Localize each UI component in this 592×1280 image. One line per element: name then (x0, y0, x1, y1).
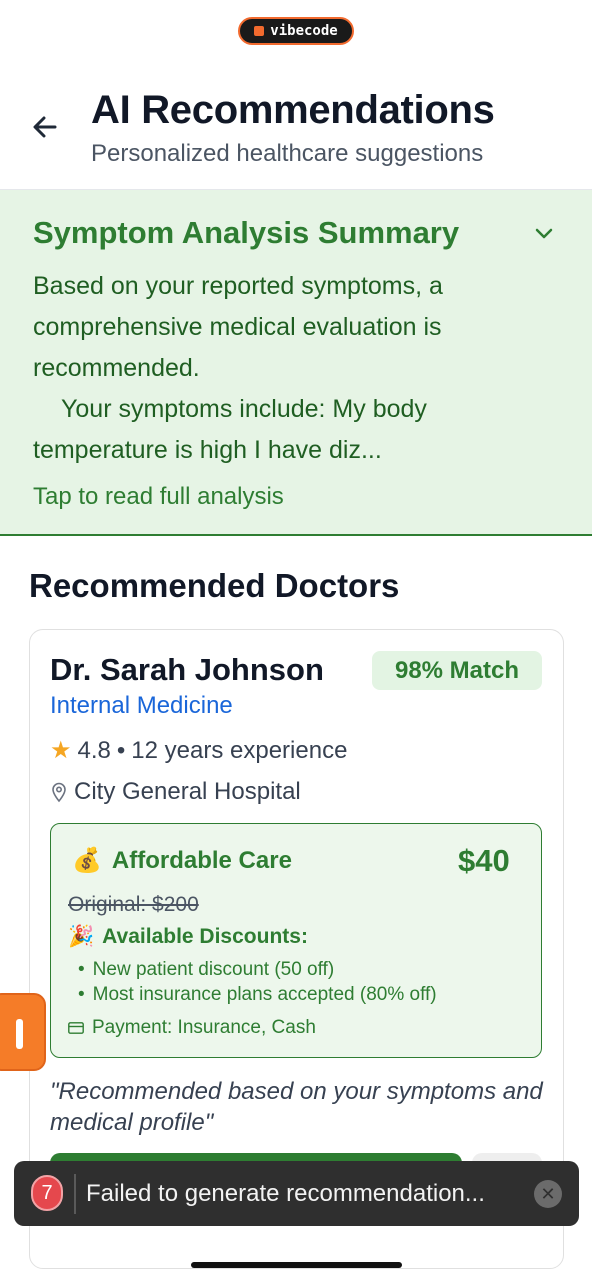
discounts-title-row: 🎉 Available Discounts: (68, 925, 308, 949)
credit-card-icon (68, 1022, 84, 1034)
close-icon: ✕ (540, 1183, 556, 1204)
page-title: AI Recommendations (91, 88, 495, 132)
handle-bar-icon (16, 1019, 23, 1049)
party-popper-icon: 🎉 (68, 925, 95, 948)
doctor-specialty: Internal Medicine (50, 692, 233, 719)
side-drawer-handle[interactable] (0, 993, 46, 1071)
doctor-name: Dr. Sarah Johnson (50, 652, 324, 687)
rating-value: 4.8 (77, 736, 111, 764)
read-full-analysis-link[interactable]: Tap to read full analysis (33, 483, 284, 511)
back-button[interactable] (30, 112, 60, 142)
discounted-price: $40 (458, 843, 510, 878)
list-item: New patient discount (50 off) (78, 957, 437, 982)
summary-paragraph-1: Based on your reported symptoms, a compr… (33, 272, 443, 382)
list-item: Most insurance plans accepted (80% off) (78, 982, 437, 1007)
page-subtitle: Personalized healthcare suggestions (91, 140, 484, 167)
summary-toggle[interactable] (533, 222, 555, 244)
original-price: Original: $200 (68, 893, 199, 916)
toast-message: Failed to generate recommendation... (86, 1180, 485, 1207)
star-icon: ★ (50, 737, 72, 764)
toast-divider (74, 1174, 76, 1214)
discounts-title: Available Discounts: (102, 925, 308, 948)
summary-paragraph-2: Your symptoms include: My body temperatu… (33, 395, 427, 464)
rating-separator: • (116, 736, 126, 764)
match-badge: 98% Match (372, 651, 542, 690)
payment-methods: Payment: Insurance, Cash (92, 1017, 316, 1038)
rating-row: ★ 4.8 • 12 years experience (50, 736, 347, 765)
vibecode-label: vibecode (270, 23, 338, 39)
recommended-doctors-title: Recommended Doctors (29, 567, 400, 604)
toast-close-button[interactable]: ✕ (534, 1180, 562, 1208)
vibecode-badge[interactable]: vibecode (238, 17, 354, 45)
chevron-down-icon (535, 228, 553, 239)
payment-row: Payment: Insurance, Cash (68, 1017, 316, 1039)
arrow-left-icon (33, 116, 57, 138)
location-pin-icon (52, 782, 66, 803)
affordable-care-title: Affordable Care (111, 846, 292, 874)
location-row: City General Hospital (50, 778, 301, 806)
experience-text: 12 years experience (131, 736, 348, 764)
affordable-care-title-row: 💰 Affordable Care (72, 846, 292, 875)
discounts-list: New patient discount (50 off) Most insur… (78, 957, 437, 1007)
money-bag-icon: 💰 (72, 847, 102, 874)
vibecode-logo-icon (254, 26, 265, 36)
home-indicator[interactable] (191, 1262, 402, 1268)
error-count-badge: 7 (31, 1175, 63, 1211)
summary-text: Based on your reported symptoms, a compr… (33, 266, 553, 471)
summary-title: Symptom Analysis Summary (33, 215, 460, 250)
recommendation-quote: "Recommended based on your symptoms and … (50, 1078, 543, 1136)
hospital-name: City General Hospital (74, 778, 301, 805)
